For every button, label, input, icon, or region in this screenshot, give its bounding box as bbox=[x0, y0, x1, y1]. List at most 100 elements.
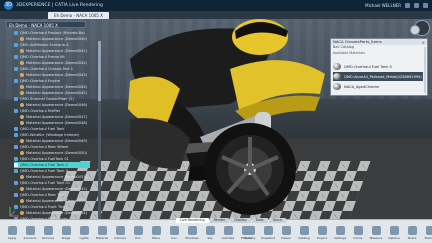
tool-button[interactable]: Quality bbox=[242, 225, 258, 242]
tool-button[interactable]: Share bbox=[404, 225, 420, 242]
tool-button[interactable]: Plane bbox=[148, 225, 164, 242]
tool-label: Sun bbox=[171, 236, 177, 240]
settings-icon[interactable] bbox=[423, 3, 428, 8]
action-bar-tab[interactable]: Render bbox=[209, 218, 230, 223]
tool-icon bbox=[371, 226, 381, 235]
user-name[interactable]: Michael WELLNER bbox=[365, 3, 401, 8]
product-icon bbox=[14, 162, 18, 167]
tool-button[interactable]: Export bbox=[314, 225, 330, 242]
material-icon bbox=[20, 138, 24, 143]
product-icon bbox=[14, 108, 18, 113]
tool-button[interactable]: Publish bbox=[422, 225, 432, 242]
tool-button[interactable]: Shadows bbox=[184, 225, 200, 242]
product-icon bbox=[14, 30, 18, 35]
tool-button[interactable]: Dome bbox=[350, 225, 366, 242]
tool-button[interactable]: Remove bbox=[40, 225, 56, 242]
tree-row-label: Material Appearance (Demo0049) bbox=[26, 139, 88, 143]
tool-label: Plane bbox=[151, 236, 161, 240]
panel-nav-label[interactable]: Available Materials bbox=[333, 51, 365, 55]
material-item[interactable]: QMO-AlumAll_Polished_Metal(0258691994) bbox=[333, 72, 423, 81]
tree-row-label: QMO-Overhaul Frame Kit bbox=[20, 55, 65, 59]
tool-button[interactable]: Sky bbox=[202, 225, 218, 242]
material-swatch-icon bbox=[333, 73, 341, 80]
3dx-compass-logo[interactable]: 3D bbox=[4, 1, 13, 10]
action-bar: Live Rendering Render Display Tools Touch Ap… bbox=[0, 218, 432, 243]
tool-button[interactable]: Viewer bbox=[278, 225, 294, 242]
tool-button[interactable]: Settings bbox=[332, 225, 348, 242]
tree-row-label: QMO-Overhaul Rear Tire bbox=[20, 193, 64, 197]
tool-button[interactable]: Lights bbox=[76, 225, 92, 242]
tab-document[interactable]: Eh Demo - NACA 1005 X bbox=[48, 12, 109, 19]
tool-button[interactable]: Sun bbox=[166, 225, 182, 242]
tool-button[interactable]: Snapshot bbox=[260, 225, 276, 242]
tool-button[interactable]: Animate bbox=[220, 225, 236, 242]
action-bar-tabs: Live Rendering Render Display Tools Touch bbox=[176, 218, 287, 223]
tool-icon bbox=[281, 226, 291, 235]
share-icon[interactable] bbox=[405, 3, 410, 8]
action-bar-tab[interactable]: Touch bbox=[268, 218, 287, 223]
tool-label: Animate bbox=[221, 236, 235, 240]
action-bar-left-tools: Apply Scenario Remove Stage Lights Material Ca… bbox=[4, 225, 254, 242]
tool-label: Material bbox=[95, 236, 109, 240]
specification-tree[interactable]: Eh Demo - NACA 1005 X QMO-Overhaul Produ… bbox=[6, 19, 101, 227]
tool-label: Remove bbox=[41, 236, 55, 240]
tree-row-label: Material Appearance (Demo0047) bbox=[26, 115, 88, 119]
tree-row-label: QMO-Overhaul Fuel Tank 01 bbox=[20, 181, 71, 185]
material-icon bbox=[20, 72, 24, 77]
tree-row-label: QMO-ArtRender Scenario A bbox=[20, 43, 69, 47]
tree-row-label: Material Appearance (Demo0046) bbox=[26, 103, 88, 107]
tree-row-label: QMO-Overhaul Fuel Tank 3 bbox=[20, 169, 68, 173]
product-icon bbox=[14, 96, 18, 101]
tool-label: Lights bbox=[79, 236, 89, 240]
tool-button[interactable]: Catalog bbox=[296, 225, 312, 242]
action-bar-tab[interactable]: Display bbox=[230, 218, 251, 223]
action-bar-tab[interactable]: Live Rendering bbox=[176, 218, 209, 223]
tool-button[interactable]: Scenario bbox=[22, 225, 38, 242]
top-right-area: Michael WELLNER bbox=[365, 0, 428, 11]
tool-label: Quality bbox=[244, 236, 256, 240]
tool-icon bbox=[43, 226, 53, 235]
tool-icon bbox=[353, 226, 363, 235]
action-bar-right-tools: Quality Snapshot Viewer Catalog Export Settin… bbox=[242, 225, 432, 242]
tool-label: Publish bbox=[424, 236, 432, 240]
tree-scrollbar[interactable] bbox=[98, 41, 101, 219]
tool-label: Viewer bbox=[280, 236, 292, 240]
robot-pin-icon[interactable] bbox=[410, 25, 420, 35]
tool-button[interactable]: Stage bbox=[58, 225, 74, 242]
tree-row-label: Material Appearance (Demo0043) bbox=[26, 73, 88, 77]
tool-button[interactable]: Env bbox=[130, 225, 146, 242]
tool-icon bbox=[133, 226, 143, 235]
product-icon bbox=[14, 192, 18, 197]
tool-label: Stage bbox=[61, 236, 71, 240]
product-icon bbox=[14, 66, 18, 71]
material-item[interactable]: NACA_AgedChrome bbox=[333, 82, 423, 91]
tree-row-label: QMO-Overhaul Rear Wheel bbox=[20, 145, 69, 149]
material-icon bbox=[20, 36, 24, 41]
product-icon bbox=[14, 132, 18, 137]
tool-icon bbox=[425, 226, 432, 235]
action-bar-tab[interactable]: Tools bbox=[251, 218, 268, 223]
tool-label: Settings bbox=[333, 236, 347, 240]
tree-row-label: Material Appearance (Demo0050) bbox=[26, 151, 88, 155]
tool-button[interactable]: Material bbox=[94, 225, 110, 242]
tool-icon bbox=[115, 226, 125, 235]
tree-root[interactable]: Eh Demo - NACA 1005 X bbox=[6, 21, 86, 28]
tool-button[interactable]: Apply bbox=[4, 225, 20, 242]
tool-icon bbox=[299, 226, 309, 235]
tool-icon bbox=[389, 226, 399, 235]
tool-label: Dome bbox=[353, 236, 363, 240]
close-icon[interactable]: × bbox=[422, 40, 425, 45]
tool-button[interactable]: Measure bbox=[368, 225, 384, 242]
panel-scrollbar[interactable] bbox=[424, 47, 426, 93]
material-item[interactable]: QMO-Overhaul Fuel Tank 5 bbox=[333, 62, 423, 71]
material-icon bbox=[20, 60, 24, 65]
tool-label: Share bbox=[407, 236, 417, 240]
tool-button[interactable]: Options bbox=[386, 225, 402, 242]
tool-label: Snapshot bbox=[260, 236, 276, 240]
tree-row-label: QMO-Overhaul Engine bbox=[20, 79, 61, 83]
tree-row-label: Material Appearance (Demo0052) bbox=[26, 187, 88, 191]
help-icon[interactable] bbox=[414, 3, 419, 8]
tree-scroll-thumb[interactable] bbox=[98, 41, 101, 101]
tool-button[interactable]: Camera bbox=[112, 225, 128, 242]
tool-label: Export bbox=[317, 236, 327, 240]
